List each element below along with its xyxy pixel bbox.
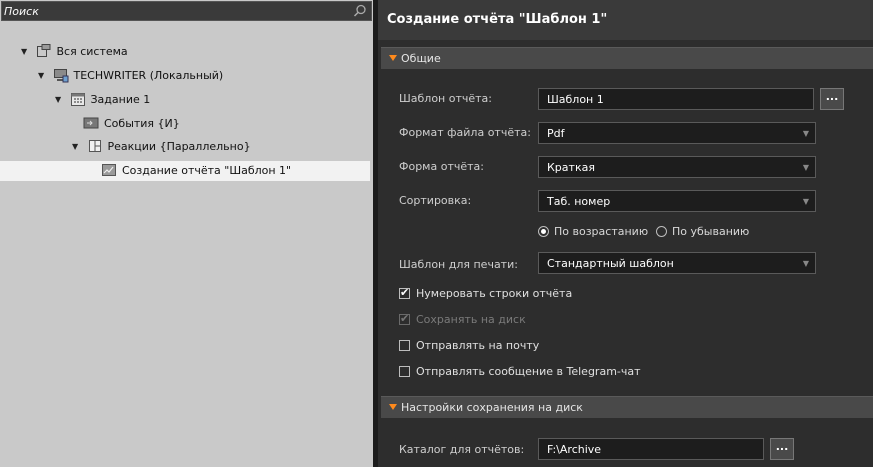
sort-label: Сортировка: bbox=[399, 194, 472, 207]
checkbox-send-telegram[interactable]: Отправлять сообщение в Telegram-чат bbox=[399, 364, 641, 380]
format-label: Формат файла отчёта: bbox=[399, 126, 531, 139]
checkbox-box bbox=[399, 311, 410, 327]
checkbox-box[interactable] bbox=[399, 339, 410, 351]
checkbox-label: Сохранять на диск bbox=[416, 313, 526, 326]
radio-indicator[interactable] bbox=[656, 225, 667, 237]
expand-arrow-icon[interactable]: ▼ bbox=[72, 137, 82, 157]
tree-item-label: Задание 1 bbox=[90, 93, 151, 106]
print-template-value: Стандартный шаблон bbox=[547, 257, 674, 270]
tree-item-label: Реакции {Параллельно} bbox=[107, 140, 251, 153]
format-select[interactable]: Pdf ▼ bbox=[538, 122, 816, 144]
template-browse-button[interactable]: ... bbox=[820, 88, 844, 110]
sort-value: Таб. номер bbox=[547, 195, 611, 208]
page-title: Создание отчёта "Шаблон 1" bbox=[387, 12, 608, 27]
calendar-icon bbox=[70, 93, 85, 106]
tree-item-events[interactable]: События {И} bbox=[82, 114, 180, 134]
form-label: Форма отчёта: bbox=[399, 160, 484, 173]
chevron-down-icon: ▼ bbox=[802, 129, 809, 138]
checkbox-save-to-disk: Сохранять на диск bbox=[399, 311, 526, 328]
tree-item-task[interactable]: ▼ Задание 1 bbox=[55, 90, 150, 110]
collapse-triangle-icon[interactable] bbox=[389, 404, 397, 410]
form-value: Краткая bbox=[547, 161, 595, 174]
template-label: Шаблон отчёта: bbox=[399, 92, 492, 105]
tree-item-system[interactable]: ▼ Вся система bbox=[21, 42, 128, 62]
section-title: Настройки сохранения на диск bbox=[401, 401, 583, 414]
format-value: Pdf bbox=[547, 127, 565, 140]
system-icon bbox=[36, 44, 50, 57]
section-general-header[interactable]: Общие bbox=[381, 47, 873, 69]
tree-item-label: События {И} bbox=[104, 117, 180, 130]
checkbox-label: Отправлять сообщение в Telegram-чат bbox=[416, 365, 641, 378]
settings-panel: Создание отчёта "Шаблон 1" Общие Шаблон … bbox=[378, 0, 873, 467]
sort-asc-radio[interactable]: По возрастанию bbox=[538, 224, 648, 240]
chevron-down-icon: ▼ bbox=[802, 259, 809, 268]
checkbox-number-rows[interactable]: Нумеровать строки отчёта bbox=[399, 285, 573, 302]
report-icon bbox=[102, 164, 116, 176]
title-bar: Создание отчёта "Шаблон 1" bbox=[378, 0, 873, 40]
tree-panel: ▼ Вся система ▼ TECHWRITER (Локальный) ▼… bbox=[0, 0, 374, 467]
checkbox-label: Отправлять на почту bbox=[416, 339, 540, 352]
radio-indicator[interactable] bbox=[538, 225, 549, 237]
folder-field[interactable]: F:\Archive bbox=[538, 438, 764, 460]
chevron-down-icon: ▼ bbox=[802, 163, 809, 172]
print-template-select[interactable]: Стандартный шаблон ▼ bbox=[538, 252, 816, 274]
chevron-down-icon: ▼ bbox=[802, 197, 809, 206]
search-icon[interactable] bbox=[352, 3, 368, 19]
tree-item-label: Создание отчёта "Шаблон 1" bbox=[122, 164, 292, 177]
tree-item-report[interactable]: Создание отчёта "Шаблон 1" bbox=[100, 161, 291, 181]
events-icon bbox=[83, 117, 99, 129]
collapse-triangle-icon[interactable] bbox=[389, 55, 397, 61]
checkbox-label: Нумеровать строки отчёта bbox=[416, 287, 573, 300]
sort-asc-label: По возрастанию bbox=[554, 225, 649, 238]
tree-item-label: TECHWRITER (Локальный) bbox=[73, 69, 224, 82]
folder-label: Каталог для отчётов: bbox=[399, 443, 525, 456]
print-template-label: Шаблон для печати: bbox=[399, 258, 518, 271]
section-save-header[interactable]: Настройки сохранения на диск bbox=[381, 396, 873, 418]
expand-arrow-icon[interactable]: ▼ bbox=[38, 66, 48, 86]
template-field[interactable]: Шаблон 1 bbox=[538, 88, 814, 110]
section-title: Общие bbox=[401, 52, 441, 65]
tree-item-computer[interactable]: ▼ TECHWRITER (Локальный) bbox=[38, 66, 223, 86]
sort-select[interactable]: Таб. номер ▼ bbox=[538, 190, 816, 212]
sort-desc-radio[interactable]: По убыванию bbox=[656, 224, 749, 240]
checkbox-box[interactable] bbox=[399, 285, 410, 301]
form-select[interactable]: Краткая ▼ bbox=[538, 156, 816, 178]
search-box[interactable] bbox=[1, 1, 372, 21]
folder-browse-button[interactable]: ... bbox=[770, 438, 794, 460]
sort-desc-label: По убыванию bbox=[672, 225, 750, 238]
template-value: Шаблон 1 bbox=[547, 93, 604, 106]
expand-arrow-icon[interactable]: ▼ bbox=[21, 42, 31, 62]
checkbox-send-email[interactable]: Отправлять на почту bbox=[399, 338, 539, 354]
folder-value: F:\Archive bbox=[547, 443, 602, 456]
reactions-icon bbox=[88, 140, 101, 152]
checkbox-box[interactable] bbox=[399, 365, 410, 377]
computer-icon bbox=[53, 69, 68, 83]
tree-item-reactions[interactable]: ▼ Реакции {Параллельно} bbox=[72, 137, 251, 157]
expand-arrow-icon[interactable]: ▼ bbox=[55, 90, 65, 110]
search-input[interactable] bbox=[4, 3, 344, 19]
tree-item-label: Вся система bbox=[56, 45, 128, 58]
